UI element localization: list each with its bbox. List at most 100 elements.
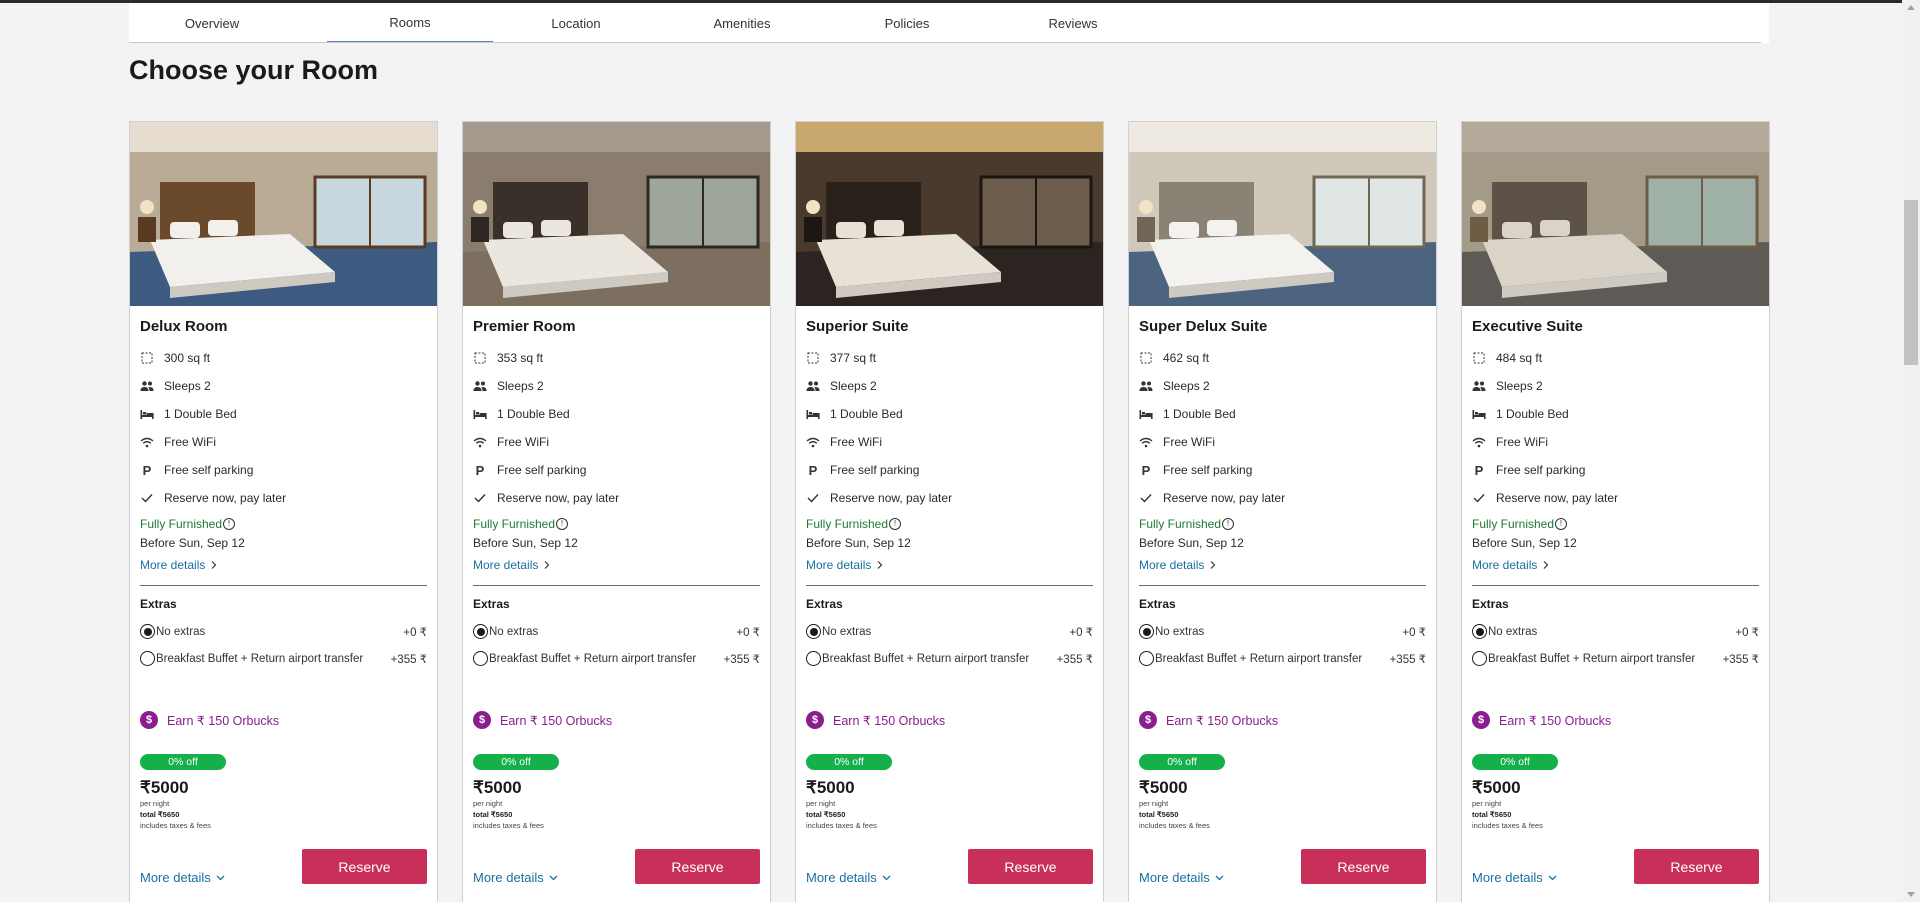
more-details-bottom-link[interactable]: More details — [1139, 870, 1225, 885]
page-scrollbar[interactable] — [1902, 0, 1920, 902]
bed-label: 1 Double Bed — [1163, 407, 1236, 421]
scroll-down-icon[interactable] — [1907, 892, 1915, 897]
extra-option-none[interactable]: No extras +0 ₹ — [140, 618, 427, 645]
chevron-right-icon — [544, 561, 550, 569]
tab-policies[interactable]: Policies — [824, 3, 990, 43]
reserve-button[interactable]: Reserve — [302, 849, 427, 884]
tab-amenities[interactable]: Amenities — [659, 3, 825, 43]
radio-unselected[interactable] — [806, 651, 821, 666]
more-details-bottom-link[interactable]: More details — [473, 870, 559, 885]
bed-label: 1 Double Bed — [830, 407, 903, 421]
furnished-label: Fully Furnished — [473, 516, 556, 531]
people-icon — [1139, 379, 1153, 393]
radio-unselected[interactable] — [1139, 651, 1154, 666]
extra-option-label: Breakfast Buffet + Return airport transf… — [822, 652, 1030, 665]
more-details-link[interactable]: More details — [1139, 554, 1426, 576]
area-icon — [1472, 351, 1486, 365]
radio-unselected[interactable] — [140, 651, 155, 666]
more-details-link[interactable]: More details — [806, 554, 1093, 576]
wifi-icon — [1472, 435, 1486, 449]
room-name: Delux Room — [140, 318, 228, 335]
extra-option-none[interactable]: No extras +0 ₹ — [1139, 618, 1426, 645]
bed-icon — [473, 407, 487, 421]
extra-option-none[interactable]: No extras +0 ₹ — [473, 618, 760, 645]
info-icon[interactable]: ! — [1555, 517, 1568, 530]
extra-option-price: +0 ₹ — [1402, 626, 1426, 639]
radio-selected[interactable] — [806, 624, 821, 639]
room-photo[interactable] — [130, 122, 437, 306]
more-details-bottom-link[interactable]: More details — [140, 870, 226, 885]
scrollbar-thumb[interactable] — [1904, 200, 1918, 365]
extra-option-breakfast[interactable]: Breakfast Buffet + Return airport transf… — [806, 645, 1093, 672]
cancellation-date: Before Sun, Sep 12 — [806, 536, 911, 550]
scroll-up-icon[interactable] — [1907, 5, 1915, 10]
per-night-label: per night — [140, 799, 170, 808]
radio-selected[interactable] — [140, 624, 155, 639]
check-icon — [806, 491, 820, 505]
furnished-status: Fully Furnished ! — [473, 515, 760, 532]
orbucks-earn: $ Earn ₹ 150 Orbucks — [1472, 710, 1759, 730]
extra-option-price: +0 ₹ — [736, 626, 760, 639]
cancellation-date: Before Sun, Sep 12 — [473, 536, 578, 550]
area-icon — [473, 351, 487, 365]
section-divider — [806, 585, 1093, 586]
extra-option-breakfast[interactable]: Breakfast Buffet + Return airport transf… — [1472, 645, 1759, 672]
room-card-2: Premier Room 353 sq ft Sleeps 2 1 Double… — [462, 121, 771, 902]
more-details-bottom-label: More details — [473, 870, 544, 885]
reserve-later-label: Reserve now, pay later — [830, 491, 953, 505]
extra-option-none[interactable]: No extras +0 ₹ — [1472, 618, 1759, 645]
tab-overview[interactable]: Overview — [129, 3, 295, 43]
radio-selected[interactable] — [1139, 624, 1154, 639]
feature-bed: 1 Double Bed — [140, 400, 427, 428]
wifi-icon — [1139, 435, 1153, 449]
room-photo[interactable] — [1462, 122, 1769, 306]
reserve-button[interactable]: Reserve — [1634, 849, 1759, 884]
room-photo[interactable] — [796, 122, 1103, 306]
feature-parking: P Free self parking — [1139, 456, 1426, 484]
more-details-bottom-link[interactable]: More details — [806, 870, 892, 885]
radio-unselected[interactable] — [1472, 651, 1487, 666]
more-details-label: More details — [473, 558, 539, 572]
extra-option-breakfast[interactable]: Breakfast Buffet + Return airport transf… — [473, 645, 760, 672]
extras-heading: Extras — [1472, 597, 1509, 611]
cancellation-date: Before Sun, Sep 12 — [140, 536, 245, 550]
extra-option-price: +355 ₹ — [390, 653, 427, 666]
radio-unselected[interactable] — [473, 651, 488, 666]
reserve-button[interactable]: Reserve — [968, 849, 1093, 884]
info-icon[interactable]: ! — [556, 517, 569, 530]
per-night-label: per night — [1472, 799, 1502, 808]
info-icon[interactable]: ! — [889, 517, 902, 530]
room-photo[interactable] — [463, 122, 770, 306]
reserve-button[interactable]: Reserve — [635, 849, 760, 884]
parking-icon: P — [475, 462, 485, 478]
room-photo[interactable] — [1129, 122, 1436, 306]
parking-label: Free self parking — [497, 463, 587, 477]
orbucks-label: Earn ₹ 150 Orbucks — [167, 713, 280, 728]
tab-reviews[interactable]: Reviews — [990, 3, 1156, 43]
extra-option-breakfast[interactable]: Breakfast Buffet + Return airport transf… — [1139, 645, 1426, 672]
info-icon[interactable]: ! — [1222, 517, 1235, 530]
radio-selected[interactable] — [473, 624, 488, 639]
feature-bed: 1 Double Bed — [1472, 400, 1759, 428]
info-icon[interactable]: ! — [223, 517, 236, 530]
tab-rooms[interactable]: Rooms — [327, 3, 493, 43]
feature-wifi: Free WiFi — [1472, 428, 1759, 456]
feature-parking: P Free self parking — [806, 456, 1093, 484]
extra-option-breakfast[interactable]: Breakfast Buffet + Return airport transf… — [140, 645, 427, 672]
more-details-link[interactable]: More details — [140, 554, 427, 576]
more-details-bottom-link[interactable]: More details — [1472, 870, 1558, 885]
more-details-link[interactable]: More details — [1472, 554, 1759, 576]
parking-icon: P — [1474, 462, 1484, 478]
feature-area: 353 sq ft — [473, 344, 760, 372]
radio-selected[interactable] — [1472, 624, 1487, 639]
reserve-button[interactable]: Reserve — [1301, 849, 1426, 884]
feature-reserve-later: Reserve now, pay later — [1139, 484, 1426, 512]
extra-option-price: +0 ₹ — [403, 626, 427, 639]
more-details-link[interactable]: More details — [473, 554, 760, 576]
area-icon — [140, 351, 154, 365]
taxes-note: includes taxes & fees — [473, 821, 544, 830]
extra-option-none[interactable]: No extras +0 ₹ — [806, 618, 1093, 645]
extra-option-price: +0 ₹ — [1735, 626, 1759, 639]
tab-location[interactable]: Location — [493, 3, 659, 43]
section-divider — [1472, 585, 1759, 586]
